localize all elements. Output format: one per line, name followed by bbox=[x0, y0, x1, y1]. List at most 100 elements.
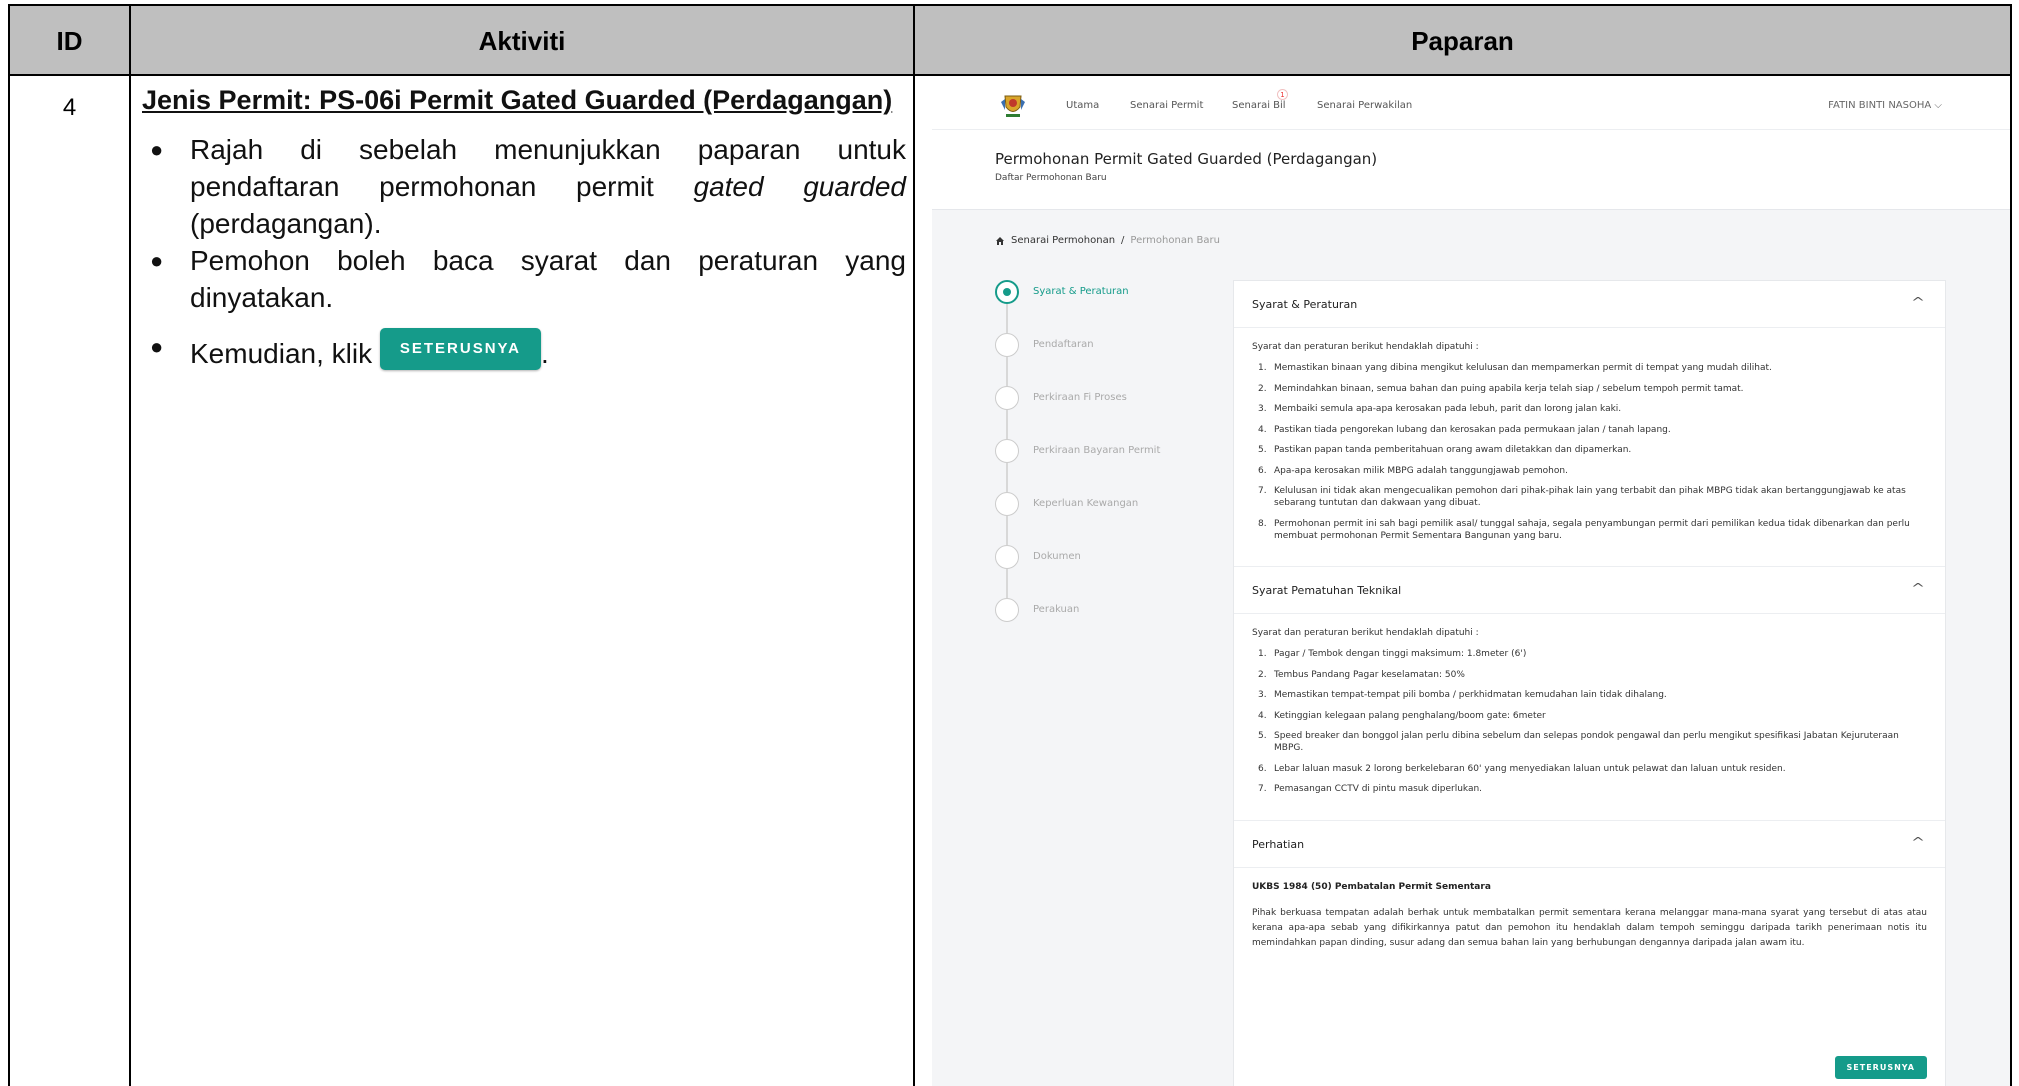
list-item: 4. Ketinggian kelegaan palang penghalang/… bbox=[1252, 710, 1927, 722]
list-number: 5. bbox=[1258, 731, 1267, 741]
list-number: 5. bbox=[1258, 445, 1267, 455]
list-item: 1. Pagar / Tembok dengan tinggi maksimum:… bbox=[1252, 648, 1927, 660]
notice-text: Pihak berkuasa tempatan adalah berhak un… bbox=[1252, 907, 1927, 948]
bullet-text: . bbox=[541, 338, 549, 369]
app-screenshot: Utama Senarai Permit Senarai Bil 1 Senar… bbox=[932, 82, 2010, 1086]
chevron-up-icon[interactable]: ^ bbox=[1911, 295, 1925, 309]
step-circle-icon bbox=[995, 333, 1019, 357]
list-item-text: Membaiki semula apa-apa kerosakan pada l… bbox=[1274, 404, 1622, 414]
list-number: 2. bbox=[1258, 669, 1267, 680]
list-item: 6. Lebar laluan masuk 2 lorong berkelebar… bbox=[1252, 763, 1927, 775]
chevron-up-icon[interactable]: ^ bbox=[1911, 581, 1925, 595]
step-connector bbox=[1006, 357, 1008, 386]
step-keperluan-kewangan[interactable]: Keperluan Kewangan bbox=[995, 492, 1165, 545]
list-item: 3. Memastikan tempat-tempat pili bomba / … bbox=[1252, 689, 1927, 701]
notification-badge: 1 bbox=[1277, 89, 1288, 100]
activity-bullet: ● Kemudian, klik SETERUSNYA. bbox=[142, 328, 906, 372]
chevron-up-icon[interactable]: ^ bbox=[1911, 835, 1925, 849]
step-label: Syarat & Peraturan bbox=[1033, 286, 1129, 297]
bullet-icon: ● bbox=[150, 334, 164, 359]
seterusnya-button-illustration: SETERUSNYA bbox=[379, 328, 542, 370]
section-header-perhatian[interactable]: Perhatian ^ bbox=[1234, 821, 1945, 868]
page-header: Permohonan Permit Gated Guarded (Perdaga… bbox=[932, 130, 2010, 210]
terms-list: 1. Memastikan binaan yang dibina mengikut… bbox=[1252, 362, 1927, 542]
bullet-icon: ● bbox=[150, 137, 164, 162]
nav-senarai-permit[interactable]: Senarai Permit bbox=[1130, 100, 1203, 111]
list-number: 4. bbox=[1258, 424, 1267, 435]
step-connector bbox=[1006, 569, 1008, 598]
list-number: 2. bbox=[1258, 383, 1267, 394]
list-item-text: Kelulusan ini tidak akan mengecualikan p… bbox=[1274, 486, 1906, 508]
seterusnya-button[interactable]: SETERUSNYA bbox=[1834, 1056, 1927, 1079]
step-dokumen[interactable]: Dokumen bbox=[995, 545, 1165, 598]
breadcrumb-home[interactable]: Senarai Permohonan bbox=[1011, 235, 1115, 246]
step-connector bbox=[1006, 304, 1008, 333]
bullet-icon: ● bbox=[150, 248, 164, 273]
step-circle-icon bbox=[995, 598, 1019, 622]
home-icon bbox=[996, 236, 1004, 245]
section-intro: Syarat dan peraturan berikut hendaklah d… bbox=[1252, 342, 1479, 352]
list-item-text: Memindahkan binaan, semua bahan dan puin… bbox=[1274, 383, 1744, 394]
list-item: 1. Memastikan binaan yang dibina mengikut… bbox=[1252, 362, 1927, 374]
section-body-syarat: Syarat dan peraturan berikut hendaklah d… bbox=[1234, 328, 1945, 567]
breadcrumb: Senarai Permohonan / Permohonan Baru bbox=[995, 235, 1220, 246]
section-header-syarat[interactable]: Syarat & Peraturan ^ bbox=[1234, 281, 1945, 328]
bullet-emphasis: gated guarded bbox=[693, 171, 907, 202]
step-perkiraan-bayaran-permit[interactable]: Perkiraan Bayaran Permit bbox=[995, 439, 1165, 492]
step-label: Perakuan bbox=[1033, 604, 1080, 615]
breadcrumb-separator: / bbox=[1121, 235, 1125, 246]
step-label: Pendaftaran bbox=[1033, 339, 1094, 350]
activity-bullet: ● Pemohon boleh baca syarat dan peraturan… bbox=[142, 242, 906, 316]
list-number: 8. bbox=[1258, 518, 1267, 529]
section-title: Syarat & Peraturan bbox=[1252, 298, 1358, 311]
bullet-text: Pemohon boleh baca syarat dan peraturan … bbox=[190, 245, 906, 313]
user-menu[interactable]: FATIN BINTI NASOHA ⌵ bbox=[1828, 100, 1942, 111]
column-divider bbox=[129, 6, 131, 1086]
list-item-text: Pastikan papan tanda pemberitahuan orang… bbox=[1274, 445, 1632, 455]
activity-list: ● Rajah di sebelah menunjukkan paparan un… bbox=[142, 131, 906, 372]
step-circle-icon bbox=[995, 545, 1019, 569]
list-item: 8. Permohonan permit ini sah bagi pemilik… bbox=[1252, 518, 1927, 542]
list-item-text: Pagar / Tembok dengan tinggi maksimum: 1… bbox=[1274, 649, 1527, 659]
section-title: Syarat Pematuhan Teknikal bbox=[1252, 584, 1402, 597]
list-number: 6. bbox=[1258, 763, 1267, 774]
breadcrumb-current: Permohonan Baru bbox=[1130, 235, 1220, 246]
list-number: 1. bbox=[1258, 649, 1267, 659]
section-header-teknikal[interactable]: Syarat Pematuhan Teknikal ^ bbox=[1234, 567, 1945, 614]
activity-cell: Jenis Permit: PS-06i Permit Gated Guarde… bbox=[142, 82, 906, 372]
step-perakuan[interactable]: Perakuan bbox=[995, 598, 1165, 651]
bullet-text: Kemudian, klik bbox=[190, 338, 373, 369]
list-item: 5. Pastikan papan tanda pemberitahuan ora… bbox=[1252, 444, 1927, 456]
list-item: 2. Tembus Pandang Pagar keselamatan: 50% bbox=[1252, 669, 1927, 681]
section-intro: Syarat dan peraturan berikut hendaklah d… bbox=[1252, 628, 1479, 638]
permit-type-title: Jenis Permit: PS-06i Permit Gated Guarde… bbox=[142, 85, 893, 115]
step-syarat-peraturan[interactable]: Syarat & Peraturan bbox=[995, 280, 1165, 333]
section-body-teknikal: Syarat dan peraturan berikut hendaklah d… bbox=[1234, 614, 1945, 821]
section-title: Perhatian bbox=[1252, 837, 1305, 851]
step-connector bbox=[1006, 516, 1008, 545]
list-item: 6. Apa-apa kerosakan milik MBPG adalah ta… bbox=[1252, 465, 1927, 477]
step-label: Keperluan Kewangan bbox=[1033, 498, 1139, 509]
list-item: 3. Membaiki semula apa-apa kerosakan pada… bbox=[1252, 403, 1927, 415]
step-circle-icon bbox=[995, 386, 1019, 410]
wizard-stepper: Syarat & Peraturan Pendaftaran Perkiraan… bbox=[995, 280, 1165, 651]
step-connector bbox=[1006, 410, 1008, 439]
step-connector bbox=[1006, 463, 1008, 492]
list-item-text: Tembus Pandang Pagar keselamatan: 50% bbox=[1274, 669, 1465, 680]
nav-senarai-bil[interactable]: Senarai Bil bbox=[1232, 100, 1286, 111]
notice-subtitle: UKBS 1984 (50) Pembatalan Permit Sementa… bbox=[1252, 881, 1491, 892]
step-pendaftaran[interactable]: Pendaftaran bbox=[995, 333, 1165, 386]
step-perkiraan-fi-proses[interactable]: Perkiraan Fi Proses bbox=[995, 386, 1165, 439]
council-crest-icon bbox=[1001, 95, 1025, 117]
column-divider bbox=[913, 6, 915, 1086]
list-item-text: Apa-apa kerosakan milik MBPG adalah tang… bbox=[1274, 465, 1568, 476]
nav-senarai-perwakilan[interactable]: Senarai Perwakilan bbox=[1317, 100, 1412, 111]
row-id: 4 bbox=[62, 94, 77, 121]
list-item-text: Pemasangan CCTV di pintu masuk diperluka… bbox=[1274, 784, 1483, 794]
nav-utama[interactable]: Utama bbox=[1066, 100, 1099, 111]
chevron-down-icon: ⌵ bbox=[1934, 100, 1942, 111]
header-id: ID bbox=[56, 25, 83, 56]
list-number: 3. bbox=[1258, 690, 1267, 700]
list-item-text: Lebar laluan masuk 2 lorong berkelebaran… bbox=[1274, 763, 1786, 774]
header-activity: Aktiviti bbox=[478, 25, 566, 56]
